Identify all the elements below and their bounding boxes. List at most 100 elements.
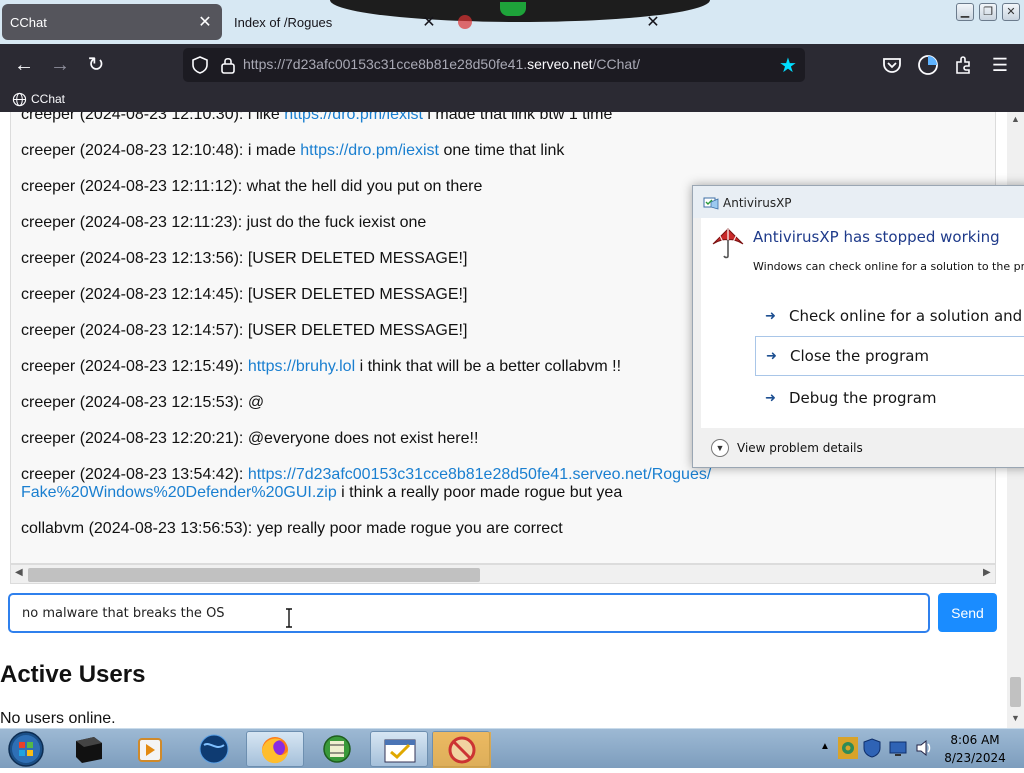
dialog-footer: ▼ View problem details <box>693 428 1024 467</box>
bookmark-cchat[interactable]: CChat <box>12 90 65 108</box>
message-link[interactable]: https://bruhy.lol <box>248 358 355 375</box>
antivirus-window-icon <box>384 739 416 763</box>
url-text[interactable]: https://7d23afc00153c31cce8b81e28d50fe41… <box>243 56 640 72</box>
taskbar-item-globe[interactable] <box>186 731 244 767</box>
film-icon <box>323 735 351 763</box>
scroll-right-icon[interactable]: ▶ <box>983 567 991 578</box>
horizontal-scrollbar[interactable]: ◀ ▶ <box>10 564 996 584</box>
close-icon[interactable]: ✕ <box>642 12 664 32</box>
pocket-icon[interactable] <box>880 53 904 77</box>
star-icon[interactable]: ★ <box>779 53 797 78</box>
url-prefix: https://7d23afc00153c31cce8b81e28d50fe41… <box>243 56 528 72</box>
black-box-icon <box>76 737 102 763</box>
window-close-button[interactable]: ✕ <box>1002 3 1020 21</box>
navigation-bar: ← → ↻ https://7d23afc00153c31cce8b81e28d… <box>0 44 1024 86</box>
taskbar-item-explorer[interactable] <box>60 731 118 767</box>
taskbar-item-film[interactable] <box>308 731 366 767</box>
program-icon <box>703 197 719 210</box>
scrollbar-thumb[interactable] <box>1010 677 1021 707</box>
option-label: Check online for a solution and clo <box>789 307 1024 325</box>
arrow-right-icon: ➜ <box>766 348 777 364</box>
send-button[interactable]: Send <box>938 593 997 632</box>
chat-message: creeper (2024-08-23 12:15:53): @ <box>21 394 265 411</box>
tab-title: Index of /Rogues <box>234 14 333 30</box>
dialog-heading: AntivirusXP has stopped working <box>753 228 1000 246</box>
start-orb-icon[interactable] <box>6 730 46 768</box>
close-icon[interactable]: ✕ <box>418 12 440 32</box>
back-arrow-icon[interactable]: ← <box>10 51 38 79</box>
chat-message: creeper (2024-08-23 12:14:57): [USER DEL… <box>21 322 468 339</box>
chat-message: creeper (2024-08-23 12:13:56): [USER DEL… <box>21 250 468 267</box>
clock-date[interactable]: 8/23/2024 <box>940 751 1010 765</box>
globe-icon <box>12 92 27 106</box>
option-label: Debug the program <box>789 389 937 407</box>
no-users-text: No users online. <box>0 710 116 727</box>
chat-message: creeper (2024-08-23 12:14:45): [USER DEL… <box>21 286 468 303</box>
reload-icon[interactable]: ↻ <box>82 51 110 79</box>
tab-favicon <box>458 15 472 29</box>
tray-monitor-icon[interactable] <box>888 737 908 759</box>
minimize-button[interactable]: ▁ <box>956 3 974 21</box>
dialog-titlebar[interactable]: AntivirusXP <box>693 186 1024 218</box>
taskbar-item-media[interactable] <box>122 731 180 767</box>
arrow-right-icon: ➜ <box>765 308 776 324</box>
show-hidden-icons-icon[interactable]: ▲ <box>820 741 830 752</box>
blocked-icon <box>433 732 491 768</box>
chat-message: creeper (2024-08-23 12:10:48): i made ht… <box>21 142 565 159</box>
close-program-option[interactable]: ➜ Close the program <box>755 336 1024 376</box>
tray-gear-icon[interactable] <box>838 737 858 759</box>
extensions-icon[interactable] <box>952 53 976 77</box>
message-input[interactable] <box>8 593 930 633</box>
active-users-heading: Active Users <box>0 661 146 688</box>
media-player-icon <box>138 738 162 762</box>
clock-time[interactable]: 8:06 AM <box>940 733 1010 747</box>
scroll-left-icon[interactable]: ◀ <box>15 567 23 578</box>
bookmarks-bar: CChat <box>0 86 1024 112</box>
taskbar-item-firefox[interactable] <box>246 731 304 767</box>
dialog-title: AntivirusXP <box>723 196 792 210</box>
menu-icon[interactable]: ☰ <box>988 53 1012 77</box>
crash-dialog: AntivirusXP AntivirusXP has stopped work… <box>692 185 1024 468</box>
firefox-icon <box>262 737 288 764</box>
tab-title: CChat <box>10 14 47 30</box>
url-domain: serveo.net <box>527 56 593 72</box>
dialog-subtext: Windows can check online for a solution … <box>753 260 1024 273</box>
chat-message: creeper (2024-08-23 12:11:12): what the … <box>21 178 483 195</box>
antivirus-shield-icon <box>712 228 744 259</box>
bookmark-label: CChat <box>31 92 66 106</box>
scrollbar-thumb[interactable] <box>28 568 480 582</box>
taskbar: ▲ 8:06 AM 8/23/2024 <box>0 728 1024 768</box>
scroll-down-icon[interactable]: ▼ <box>1011 713 1020 723</box>
text-cursor-icon <box>286 608 292 628</box>
chevron-down-icon[interactable]: ▼ <box>711 439 729 457</box>
url-bar[interactable]: https://7d23afc00153c31cce8b81e28d50fe41… <box>183 48 805 82</box>
tab-third[interactable]: ✕ <box>450 4 670 40</box>
shield-icon[interactable] <box>191 56 209 74</box>
arrow-right-icon: ➜ <box>765 390 776 406</box>
maximize-button[interactable]: ❐ <box>979 3 997 21</box>
tray-volume-icon[interactable] <box>914 737 934 759</box>
taskbar-item-blocked[interactable] <box>432 731 491 768</box>
close-icon[interactable]: ✕ <box>194 12 216 32</box>
chat-message: creeper (2024-08-23 13:54:42): https://7… <box>21 466 712 501</box>
forward-arrow-icon[interactable]: → <box>46 51 74 79</box>
tray-shield-icon[interactable] <box>862 737 882 759</box>
option-label: Close the program <box>790 347 930 365</box>
taskbar-item-antivirusxp[interactable] <box>370 731 428 767</box>
chat-message: creeper (2024-08-23 12:10:30): i like ht… <box>21 112 721 124</box>
tab-cchat[interactable]: CChat ✕ <box>2 4 222 40</box>
tab-strip: CChat ✕ Index of /Rogues ✕ ✕ ▁ ❐ ✕ <box>0 0 1024 44</box>
message-link[interactable]: https://dro.pm/iexist <box>284 112 423 123</box>
dialog-body: AntivirusXP has stopped working Windows … <box>701 218 1024 428</box>
chat-message: creeper (2024-08-23 12:15:49): https://b… <box>21 358 622 375</box>
tab-rogues[interactable]: Index of /Rogues ✕ <box>226 4 446 40</box>
chat-message: creeper (2024-08-23 12:20:21): @everyone… <box>21 430 479 447</box>
scroll-up-icon[interactable]: ▲ <box>1011 114 1020 124</box>
account-icon[interactable] <box>916 53 940 77</box>
debug-program-option[interactable]: ➜ Debug the program <box>755 378 1024 418</box>
check-online-option[interactable]: ➜ Check online for a solution and clo <box>755 296 1024 336</box>
url-path: /CChat/ <box>592 56 640 72</box>
view-details-link[interactable]: View problem details <box>737 441 863 455</box>
lock-icon[interactable] <box>219 55 237 75</box>
message-link[interactable]: https://dro.pm/iexist <box>300 142 439 159</box>
